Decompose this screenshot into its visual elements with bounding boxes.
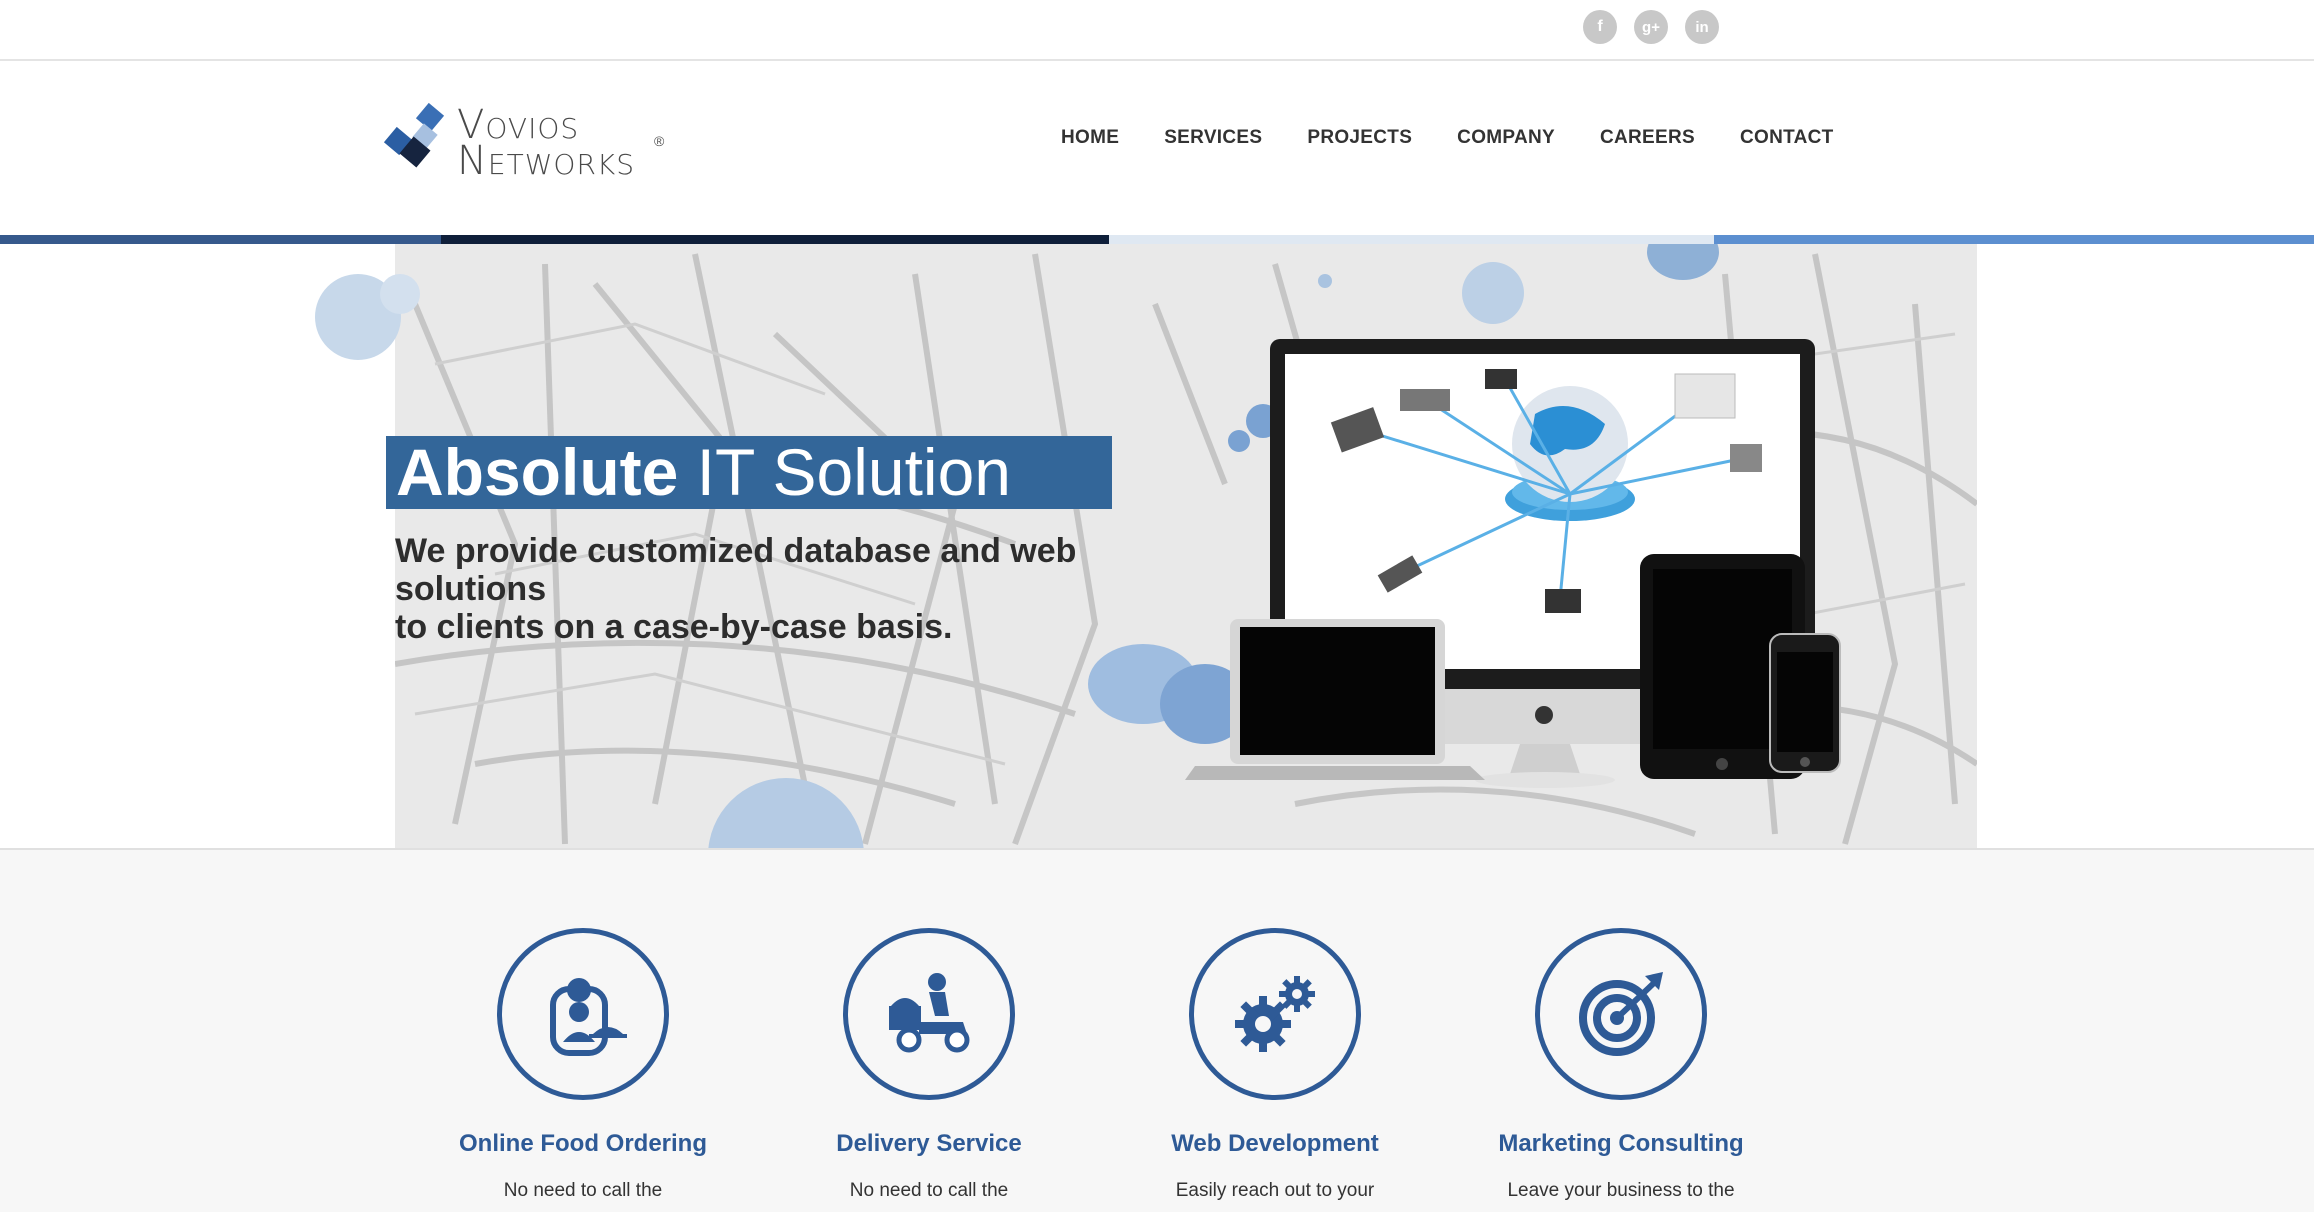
hero-subtitle-line1: We provide customized database and web s… <box>395 532 1077 608</box>
nav-home[interactable]: HOME <box>1061 127 1119 149</box>
facebook-icon[interactable]: f <box>1583 10 1617 44</box>
bubble-decoration <box>380 274 420 314</box>
devices-illustration <box>1185 339 1841 788</box>
logo[interactable]: Vovios Networks ® <box>382 99 702 189</box>
delivery-scooter-icon <box>889 973 970 1053</box>
service-delivery-service[interactable]: Delivery Service No need to call the <box>756 928 1102 1202</box>
hero-title-bold: Absolute <box>396 435 679 509</box>
hero-subtitle: We provide customized database and web s… <box>395 532 1215 646</box>
nav-company[interactable]: COMPANY <box>1457 127 1555 149</box>
nav-projects[interactable]: PROJECTS <box>1307 127 1412 149</box>
service-text: Easily reach out to your <box>1175 1180 1375 1201</box>
stripe-segment <box>441 235 1109 244</box>
service-circle[interactable] <box>1189 928 1361 1100</box>
hero-subtitle-line2: to clients on a case-by-case basis. <box>395 608 953 646</box>
hero-title: Absolute IT Solution <box>386 436 1112 509</box>
service-title[interactable]: Web Development <box>1102 1130 1448 1158</box>
main-nav: HOME SERVICES PROJECTS COMPANY CAREERS C… <box>1061 127 1834 149</box>
service-title[interactable]: Delivery Service <box>756 1130 1102 1158</box>
service-web-development[interactable]: Web Development Easily reach out to your <box>1102 928 1448 1202</box>
service-marketing-consulting[interactable]: Marketing Consulting Leave your business… <box>1448 928 1794 1202</box>
hero-slider: Absolute IT Solution We provide customiz… <box>0 244 2314 848</box>
chef-serving-icon <box>550 978 627 1056</box>
nav-careers[interactable]: CAREERS <box>1600 127 1695 149</box>
logo-mark-icon <box>383 102 445 168</box>
service-circle[interactable] <box>843 928 1015 1100</box>
service-text: No need to call the <box>503 1180 663 1201</box>
nav-contact[interactable]: CONTACT <box>1740 127 1834 149</box>
logo-text: Vovios Networks <box>457 105 635 181</box>
service-text: No need to call the <box>849 1180 1009 1201</box>
target-icon <box>1579 972 1663 1056</box>
top-bar: f g+ in <box>0 0 2314 61</box>
service-online-food-ordering[interactable]: Online Food Ordering No need to call the <box>410 928 756 1202</box>
service-title[interactable]: Online Food Ordering <box>410 1130 756 1158</box>
stripe-segment <box>0 235 441 244</box>
hero-title-rest: IT Solution <box>678 435 1011 509</box>
linkedin-icon[interactable]: in <box>1685 10 1719 44</box>
stripe-segment <box>1109 235 1714 244</box>
bubble-decoration <box>1462 262 1524 324</box>
nav-services[interactable]: SERVICES <box>1164 127 1262 149</box>
stripe-segment <box>1714 235 2314 244</box>
service-text: Leave your business to the <box>1507 1180 1735 1201</box>
services-section: Online Food Ordering No need to call the… <box>0 848 2314 1212</box>
service-circle[interactable] <box>1535 928 1707 1100</box>
google-plus-icon[interactable]: g+ <box>1634 10 1668 44</box>
site-header: Vovios Networks ® HOME SERVICES PROJECTS… <box>0 61 2314 236</box>
registered-mark: ® <box>654 133 665 149</box>
bubble-decoration <box>1318 274 1332 288</box>
service-circle[interactable] <box>497 928 669 1100</box>
logo-line2: Networks <box>457 138 636 184</box>
gears-icon <box>1235 976 1315 1052</box>
service-title[interactable]: Marketing Consulting <box>1448 1130 1794 1158</box>
